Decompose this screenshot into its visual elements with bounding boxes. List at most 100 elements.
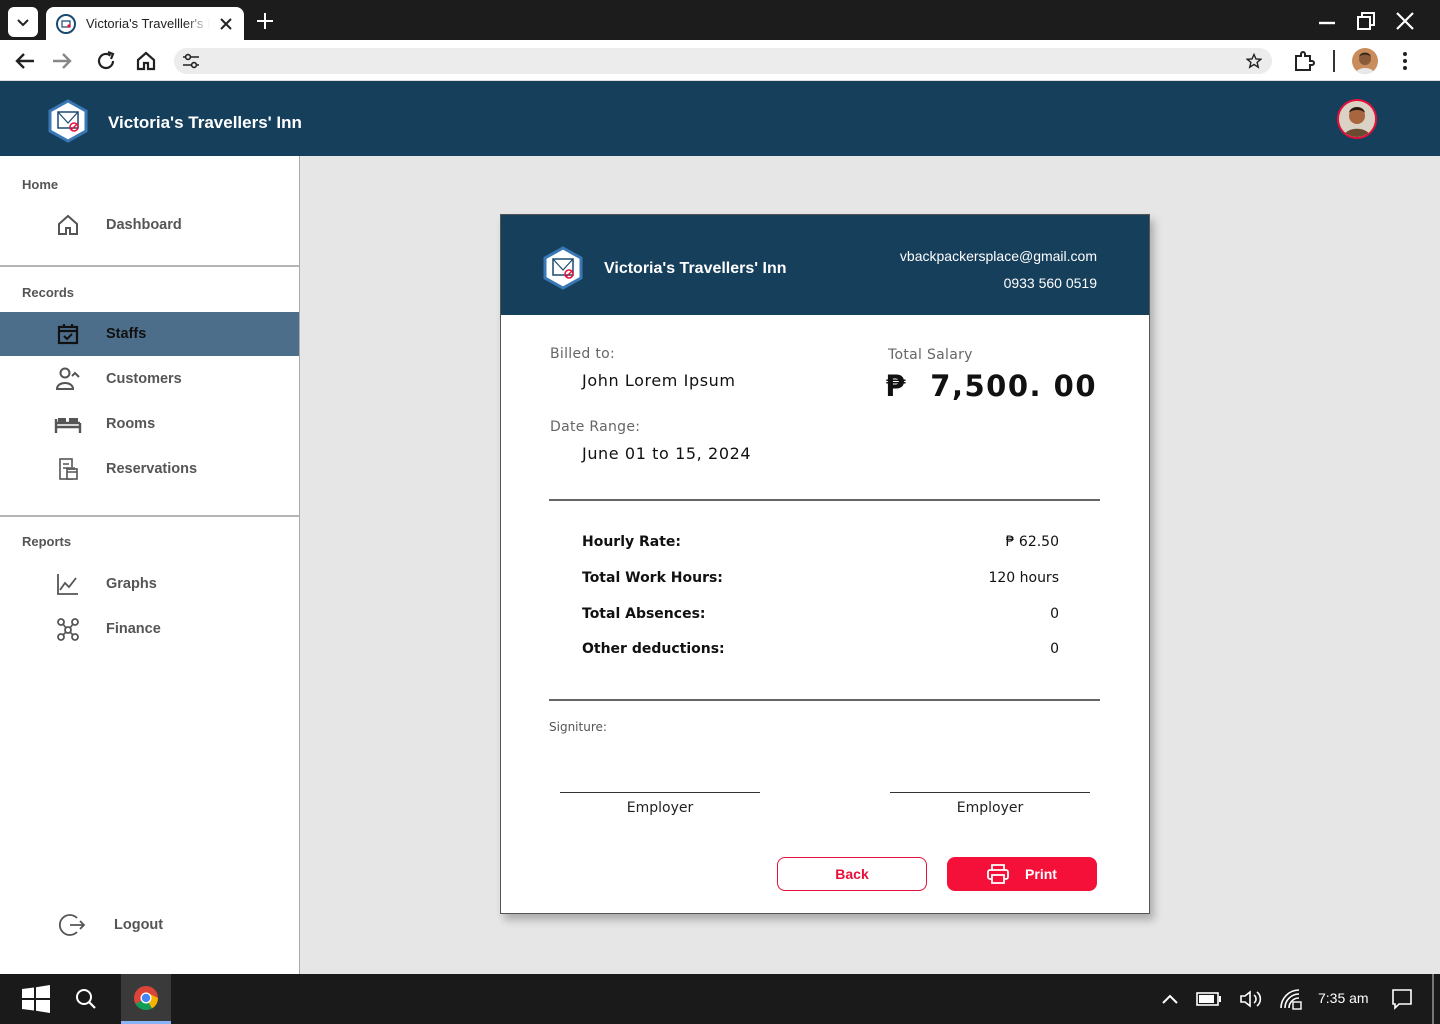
sidebar-item-label: Rooms <box>106 416 156 432</box>
sidebar-divider <box>0 515 299 517</box>
reload-icon <box>97 50 115 70</box>
total-salary-label: Total Salary <box>888 347 973 363</box>
work-hours-value: 120 hours <box>988 570 1059 586</box>
sidebar-item-rooms[interactable]: Rooms <box>0 402 299 446</box>
puzzle-icon <box>1295 51 1315 71</box>
receipt-header: Victoria's Travellers' Inn vbackpackersp… <box>501 215 1149 315</box>
back-button-label: Back <box>835 866 869 882</box>
notification-icon <box>1392 989 1412 1010</box>
app-title: Victoria's Travellers' Inn <box>108 113 302 132</box>
customers-icon <box>54 365 82 393</box>
sidebar-item-label: Staffs <box>106 326 147 342</box>
volume-icon <box>1240 990 1262 1008</box>
user-avatar[interactable] <box>1337 99 1377 139</box>
restore-icon <box>1357 12 1375 30</box>
chrome-icon <box>134 985 158 1010</box>
bookmark-star-icon[interactable] <box>1245 52 1263 74</box>
arrow-right-icon <box>53 53 72 69</box>
start-button[interactable] <box>21 984 51 1014</box>
extensions-button[interactable] <box>1291 48 1317 74</box>
total-salary-amount: ₱ 7,500. 00 <box>885 369 1097 403</box>
divider-line <box>549 699 1100 701</box>
sidebar-item-dashboard[interactable]: Dashboard <box>0 203 299 247</box>
divider-line <box>549 499 1100 501</box>
home-button[interactable] <box>133 48 159 74</box>
battery-status[interactable] <box>1196 986 1222 1012</box>
minimize-icon <box>1319 21 1335 25</box>
browser-tab[interactable]: Victoria's Travelller's Inn <box>46 7 244 40</box>
forward-nav-button[interactable] <box>49 48 75 74</box>
signature-label: Signiture: <box>549 720 607 734</box>
chevron-up-icon <box>1162 994 1178 1004</box>
receipt-email: vbackpackersplace@gmail.com <box>899 248 1097 264</box>
restore-button[interactable] <box>1354 9 1378 33</box>
logout-label: Logout <box>114 917 164 933</box>
back-button[interactable]: Back <box>777 857 927 891</box>
chrome-taskbar-button[interactable] <box>121 974 171 1024</box>
site-settings-icon[interactable] <box>182 53 200 74</box>
sidebar-item-graphs[interactable]: Graphs <box>0 562 299 606</box>
address-bar[interactable] <box>174 48 1272 74</box>
print-button[interactable]: Print <box>947 857 1097 891</box>
show-hidden-icons-button[interactable] <box>1157 986 1183 1012</box>
inn-logo-icon <box>541 246 585 295</box>
network-button[interactable] <box>1278 986 1304 1012</box>
billed-to-label: Billed to: <box>550 346 615 362</box>
os-taskbar: 7:35 am <box>0 974 1440 1024</box>
notifications-button[interactable] <box>1389 986 1415 1012</box>
signer-name: Employer <box>956 800 1024 816</box>
line-chart-icon <box>54 570 82 598</box>
back-nav-button[interactable] <box>12 48 38 74</box>
sidebar-item-label: Finance <box>106 621 161 637</box>
print-button-label: Print <box>1025 866 1057 882</box>
printer-icon <box>987 864 1009 884</box>
date-range-value: June 01 to 15, 2024 <box>582 444 752 463</box>
windows-icon <box>22 985 50 1013</box>
minimize-button[interactable] <box>1315 9 1339 33</box>
sidebar-item-customers[interactable]: Customers <box>0 357 299 401</box>
salary-receipt-card: Victoria's Travellers' Inn vbackpackersp… <box>500 214 1150 914</box>
hourly-rate-label: Hourly Rate: <box>582 534 682 550</box>
toolbar-divider <box>1333 50 1335 72</box>
plus-icon <box>257 13 273 29</box>
volume-button[interactable] <box>1238 986 1264 1012</box>
search-button[interactable] <box>73 986 99 1012</box>
sidebar-item-reservations[interactable]: Reservations <box>0 447 299 491</box>
tab-search-button[interactable] <box>8 7 38 37</box>
sidebar-divider <box>0 265 299 267</box>
sidebar-heading-reports: Reports <box>22 534 72 549</box>
deductions-label: Other deductions: <box>582 641 725 657</box>
reservations-icon <box>54 455 82 483</box>
close-window-button[interactable] <box>1393 9 1417 33</box>
reload-button[interactable] <box>93 48 119 74</box>
browser-profile-avatar[interactable] <box>1352 48 1378 74</box>
close-tab-icon[interactable] <box>218 16 234 32</box>
date-range-label: Date Range: <box>550 419 641 435</box>
taskbar-clock[interactable]: 7:35 am <box>1318 990 1369 1006</box>
browser-tab-strip: Victoria's Travelller's Inn <box>0 0 1440 40</box>
logout-button[interactable]: Logout <box>0 903 299 947</box>
tab-title: Victoria's Travelller's Inn <box>86 16 210 31</box>
signature-line <box>890 792 1090 793</box>
receipt-phone: 0933 560 0519 <box>1003 275 1097 291</box>
chevron-down-icon <box>17 19 29 27</box>
show-desktop-edge[interactable] <box>1432 974 1434 1024</box>
bed-icon <box>54 410 82 438</box>
battery-icon <box>1196 992 1221 1006</box>
new-tab-button[interactable] <box>254 10 276 32</box>
absences-label: Total Absences: <box>582 606 706 622</box>
inn-logo-icon <box>46 99 90 148</box>
sidebar-item-label: Dashboard <box>106 217 182 233</box>
sidebar-heading-records: Records <box>22 285 75 300</box>
sidebar-item-label: Customers <box>106 371 182 387</box>
close-icon <box>1396 12 1414 30</box>
inn-logo-icon <box>56 13 76 34</box>
sidebar-item-label: Reservations <box>106 461 198 477</box>
sidebar-item-finance[interactable]: Finance <box>0 607 299 651</box>
signer-name: Employer <box>626 800 694 816</box>
sidebar-item-staffs[interactable]: Staffs <box>0 312 299 356</box>
signature-line <box>560 792 760 793</box>
wifi-icon <box>1280 989 1302 1010</box>
sidebar: Home Dashboard Records Staffs Customers … <box>0 156 300 974</box>
browser-menu-button[interactable] <box>1392 48 1418 74</box>
